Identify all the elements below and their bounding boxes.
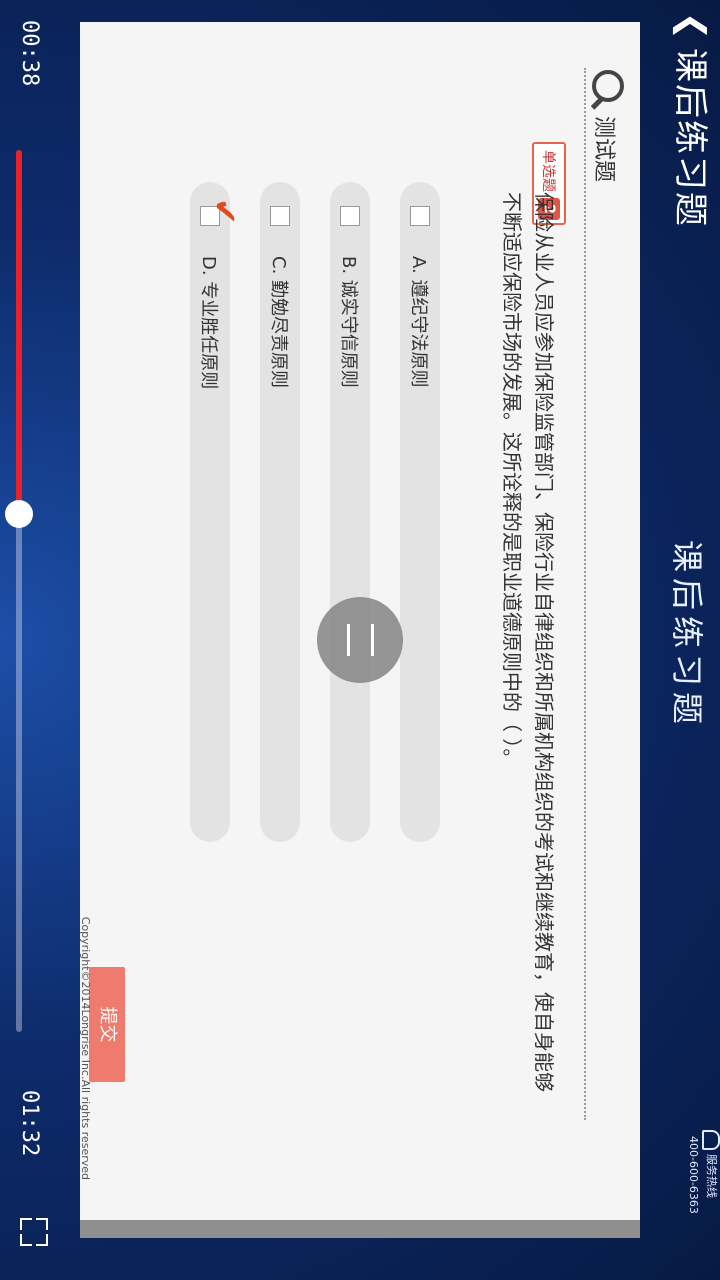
section-title-text: 测试题	[591, 116, 616, 183]
chevron-left-icon: ❮	[672, 11, 712, 41]
option-label: A. 遵纪守法原则	[408, 256, 429, 388]
headset-icon	[702, 1130, 720, 1150]
option-label: D. 专业胜任原则	[198, 256, 219, 390]
option-c[interactable]: C. 勤勉尽责原则	[260, 182, 300, 842]
option-checkbox[interactable]	[410, 206, 430, 226]
fullscreen-icon[interactable]	[20, 1218, 48, 1246]
question-text: 保险从业人员应参加保险监管部门、保险行业自律组织和所属机构组织的考试和继续教育，…	[500, 192, 556, 1092]
current-time: 00:38	[17, 20, 42, 87]
player-controls: 00:38 01:32	[0, 0, 60, 1280]
video-player: ❮ 课后练习题 课后练习题 服务热线 400-600-6363 测试题 单选题 …	[0, 0, 720, 1280]
section-title: 测试题	[590, 70, 624, 183]
seek-progress	[16, 150, 22, 515]
hotline-label: 服务热线	[705, 1154, 718, 1198]
checkmark-icon: ✔	[206, 198, 244, 225]
hotline-number: 400-600-6363	[687, 1136, 700, 1214]
submit-button[interactable]: 提交	[89, 967, 125, 1082]
options-list: A. 遵纪守法原则 B. 诚实守信原则 C. 勤勉尽责原则 ✔ D. 专业胜任原…	[160, 182, 440, 842]
search-icon	[592, 70, 624, 102]
course-heading: 课后练习题	[668, 540, 706, 731]
seek-thumb[interactable]	[5, 500, 33, 529]
hotline: 服务热线 400-600-6363	[687, 1130, 720, 1270]
option-d[interactable]: ✔ D. 专业胜任原则	[190, 182, 244, 842]
question-type: 单选题	[540, 150, 556, 192]
copyright: Copyright©2014Longrise Inc.All rights re…	[79, 916, 92, 1180]
screen: ❮ 课后练习题 课后练习题 服务热线 400-600-6363 测试题 单选题 …	[0, 0, 720, 1280]
divider	[584, 68, 586, 1120]
option-label: C. 勤勉尽责原则	[268, 256, 289, 389]
option-label: B. 诚实守信原则	[338, 256, 359, 388]
option-checkbox[interactable]	[270, 206, 290, 226]
option-checkbox[interactable]	[340, 206, 360, 226]
video-title: 课后练习题	[670, 48, 710, 228]
option-a[interactable]: A. 遵纪守法原则	[400, 182, 440, 842]
total-time: 01:32	[17, 1090, 42, 1157]
option-b[interactable]: B. 诚实守信原则	[330, 182, 370, 842]
pause-icon	[347, 624, 350, 656]
back-button[interactable]: ❮	[668, 8, 716, 44]
seek-bar[interactable]	[5, 150, 33, 1032]
pause-button[interactable]	[317, 597, 403, 683]
pause-icon	[371, 624, 374, 656]
